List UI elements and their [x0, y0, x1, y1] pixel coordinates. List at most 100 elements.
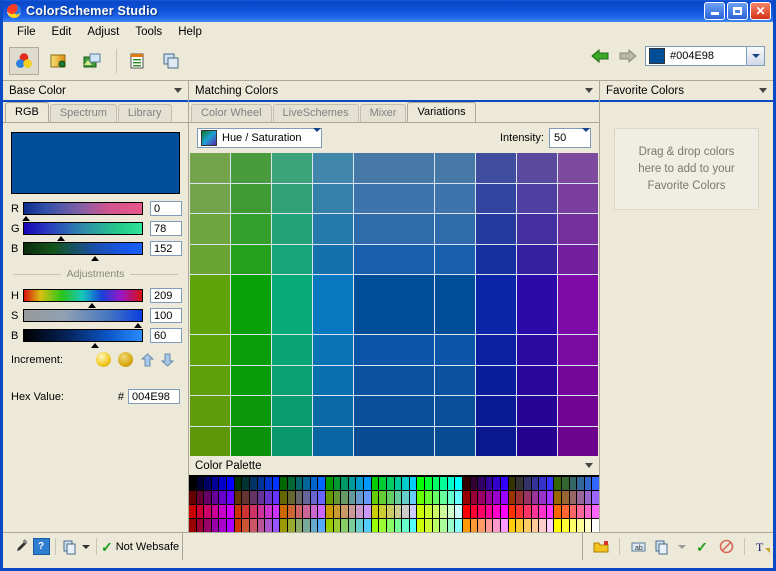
arrow-up-icon[interactable] — [140, 352, 154, 367]
palette-swatch[interactable] — [432, 491, 440, 504]
palette-swatch[interactable] — [356, 519, 364, 532]
palette-swatch[interactable] — [539, 505, 546, 518]
tab-mixer[interactable]: Mixer — [359, 104, 407, 122]
variation-cell[interactable] — [272, 335, 312, 365]
palette-swatch[interactable] — [463, 477, 470, 490]
palette-swatch[interactable] — [485, 505, 493, 518]
palette-swatch[interactable] — [546, 505, 554, 518]
palette-swatch[interactable] — [196, 505, 204, 518]
palette-list-tool-button[interactable] — [122, 47, 152, 75]
palette-swatch[interactable] — [455, 477, 462, 490]
palette-swatch[interactable] — [227, 505, 234, 518]
variation-cell[interactable] — [435, 244, 475, 274]
palette-swatch[interactable] — [189, 519, 196, 532]
variation-cell[interactable] — [476, 426, 516, 456]
palette-swatch[interactable] — [227, 477, 234, 490]
palette-swatch[interactable] — [364, 505, 371, 518]
palette-swatch[interactable] — [463, 505, 470, 518]
palette-swatch[interactable] — [569, 491, 577, 504]
palette-swatch[interactable] — [333, 505, 341, 518]
palette-swatch[interactable] — [219, 491, 227, 504]
variation-cell[interactable] — [231, 335, 271, 365]
palette-swatch[interactable] — [265, 491, 272, 504]
chevron-down-icon[interactable] — [174, 88, 182, 93]
palette-swatch[interactable] — [386, 519, 394, 532]
variation-cell[interactable] — [272, 396, 312, 426]
palette-swatch[interactable] — [234, 505, 242, 518]
palette-swatch[interactable] — [516, 519, 523, 532]
variation-cell[interactable] — [354, 335, 434, 365]
slider-value-b[interactable]: 152 — [150, 241, 182, 256]
label-icon[interactable]: ab — [628, 537, 648, 557]
palette-swatch[interactable] — [501, 519, 508, 532]
variation-cell[interactable] — [272, 275, 312, 334]
tab-library[interactable]: Library — [117, 104, 172, 122]
variation-cell[interactable] — [435, 183, 475, 213]
palette-swatch[interactable] — [440, 477, 447, 490]
variation-mode-dropdown[interactable] — [313, 128, 321, 144]
palette-swatch[interactable] — [485, 477, 493, 490]
chevron-down-icon[interactable] — [585, 463, 593, 468]
palette-swatch[interactable] — [493, 491, 501, 504]
tab-liveschemes[interactable]: LiveSchemes — [272, 104, 359, 122]
palette-swatch[interactable] — [234, 477, 242, 490]
palette-swatch[interactable] — [592, 505, 599, 518]
palette-swatch[interactable] — [204, 491, 211, 504]
palette-swatch[interactable] — [364, 477, 371, 490]
variation-cell[interactable] — [272, 183, 312, 213]
palette-swatch[interactable] — [265, 519, 272, 532]
menu-tools[interactable]: Tools — [127, 24, 170, 40]
palette-swatch[interactable] — [341, 477, 348, 490]
variation-cell[interactable] — [558, 365, 598, 395]
tab-color-wheel[interactable]: Color Wheel — [191, 104, 272, 122]
slider-value-r[interactable]: 0 — [150, 201, 182, 216]
palette-swatch[interactable] — [333, 477, 341, 490]
palette-swatch[interactable] — [470, 519, 478, 532]
palette-swatch[interactable] — [485, 491, 493, 504]
variation-cell[interactable] — [517, 396, 557, 426]
palette-swatch[interactable] — [508, 505, 516, 518]
palette-swatch[interactable] — [409, 505, 417, 518]
palette-swatch[interactable] — [310, 519, 318, 532]
palette-swatch[interactable] — [569, 477, 577, 490]
palette-swatch[interactable] — [478, 519, 485, 532]
palette-swatch[interactable] — [447, 505, 455, 518]
slider-thumb-h[interactable] — [88, 303, 97, 308]
slider-track-h[interactable] — [23, 289, 143, 308]
variation-cell[interactable] — [517, 183, 557, 213]
variation-cell[interactable] — [558, 426, 598, 456]
palette-swatch[interactable] — [577, 491, 584, 504]
palette-swatch[interactable] — [417, 477, 424, 490]
palette-swatch[interactable] — [554, 505, 561, 518]
palette-swatch[interactable] — [584, 519, 592, 532]
variation-cell[interactable] — [313, 214, 353, 244]
palette-swatch[interactable] — [318, 505, 325, 518]
palette-swatch[interactable] — [257, 477, 265, 490]
palette-swatch[interactable] — [211, 491, 219, 504]
chevron-down-icon[interactable] — [80, 537, 92, 557]
intensity-dropdown[interactable] — [582, 128, 590, 144]
variation-cell[interactable] — [354, 214, 434, 244]
palette-swatch[interactable] — [272, 519, 280, 532]
variation-cell[interactable] — [435, 396, 475, 426]
palette-swatch[interactable] — [584, 477, 592, 490]
palette-swatch[interactable] — [379, 477, 386, 490]
variation-cell[interactable] — [313, 335, 353, 365]
variation-cell[interactable] — [354, 365, 434, 395]
duplicate-tool-button[interactable] — [156, 47, 186, 75]
palette-swatch[interactable] — [561, 505, 569, 518]
variation-cell[interactable] — [231, 183, 271, 213]
variation-cell[interactable] — [190, 153, 230, 183]
palette-swatch[interactable] — [242, 477, 249, 490]
slider-track-r[interactable] — [22, 202, 143, 221]
palette-swatch[interactable] — [326, 505, 333, 518]
palette-swatch[interactable] — [326, 477, 333, 490]
variation-cell[interactable] — [190, 396, 230, 426]
slider-value-s[interactable]: 100 — [150, 308, 182, 323]
palette-swatch[interactable] — [539, 519, 546, 532]
variation-cell[interactable] — [558, 153, 598, 183]
palette-swatch[interactable] — [196, 491, 204, 504]
variation-cell[interactable] — [272, 426, 312, 456]
palette-swatch[interactable] — [523, 477, 531, 490]
palette-swatch[interactable] — [592, 519, 599, 532]
